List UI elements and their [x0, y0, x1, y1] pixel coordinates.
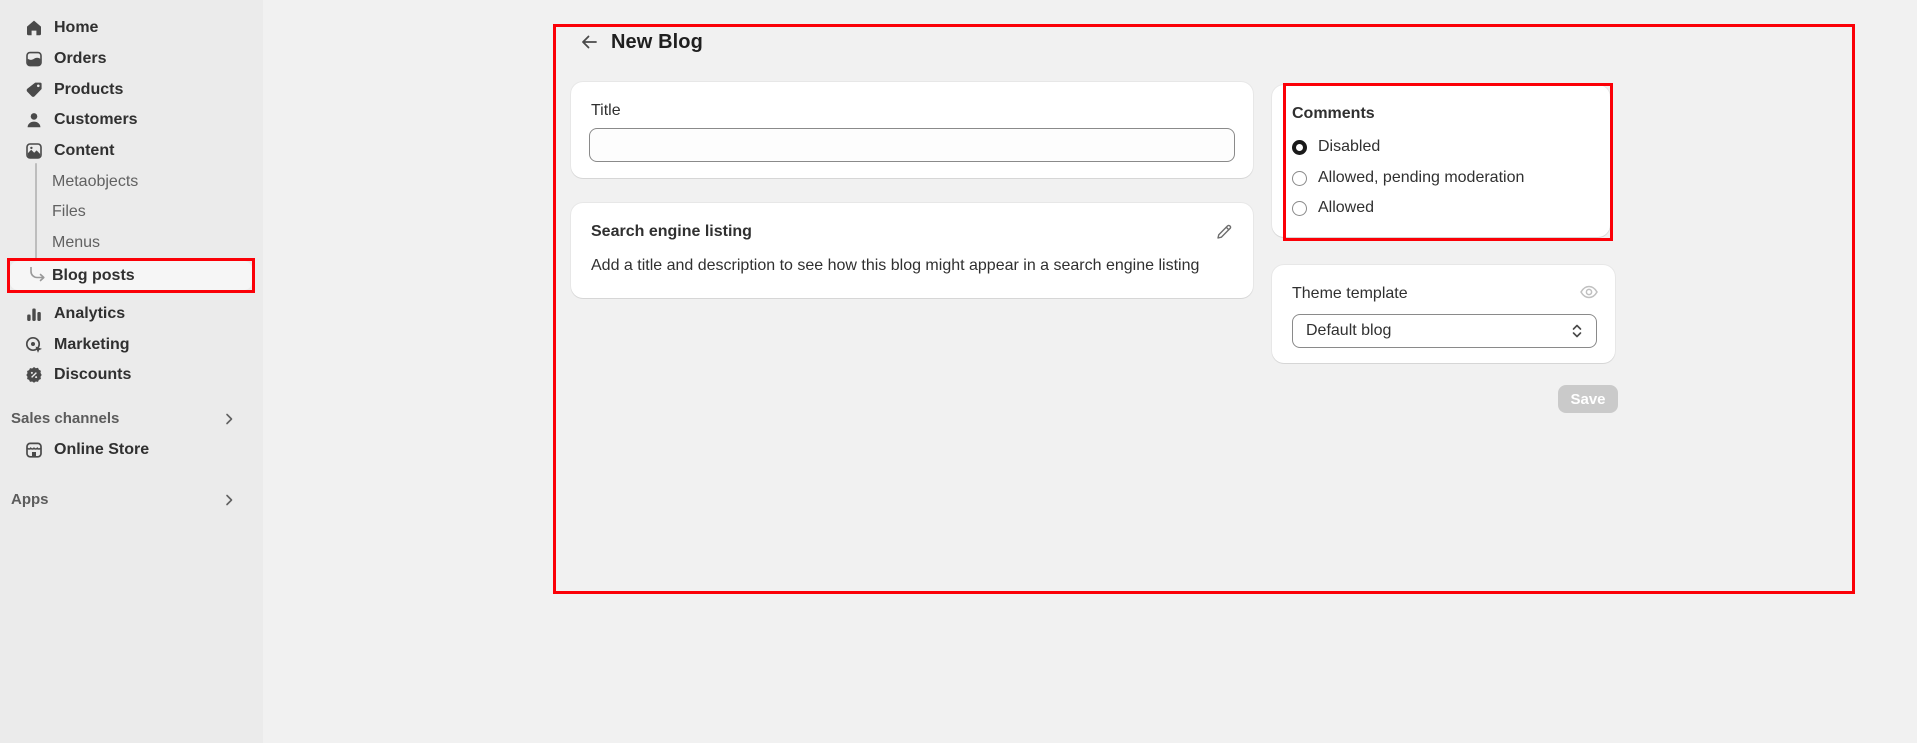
sidebar-item-customers[interactable]: Customers	[8, 104, 255, 135]
theme-template-card: Theme template Default blog	[1272, 265, 1615, 363]
search-engine-listing-card: Search engine listing Add a title and de…	[571, 203, 1253, 298]
sidebar-item-label: Content	[54, 142, 114, 160]
section-label: Apps	[11, 491, 221, 508]
radio-comments-allowed-pending[interactable]: Allowed, pending moderation	[1292, 166, 1524, 190]
orders-icon	[24, 49, 44, 69]
sidebar-item-label: Home	[54, 19, 98, 37]
save-button[interactable]: Save	[1558, 385, 1618, 413]
sidebar-item-label: Customers	[54, 111, 138, 129]
content-icon	[24, 141, 44, 161]
pencil-icon	[1214, 222, 1234, 242]
sidebar-item-marketing[interactable]: Marketing	[8, 329, 255, 360]
comments-card: Comments Disabled Allowed, pending moder…	[1272, 85, 1610, 237]
radio-button[interactable]	[1292, 140, 1307, 155]
select-value: Default blog	[1306, 322, 1568, 340]
sidebar-item-files[interactable]: Files	[8, 196, 255, 227]
sidebar-item-label: Marketing	[54, 336, 130, 354]
theme-card-title: Theme template	[1292, 285, 1408, 303]
edit-seo-button[interactable]	[1211, 219, 1237, 245]
sidebar-item-label: Orders	[54, 50, 106, 68]
chevron-right-icon	[221, 411, 237, 427]
seo-card-title: Search engine listing	[591, 223, 752, 241]
seo-description: Add a title and description to see how t…	[591, 257, 1199, 275]
sidebar-item-label: Analytics	[54, 305, 125, 323]
sidebar-item-label: Products	[54, 81, 123, 99]
back-arrow-icon	[579, 32, 599, 52]
radio-button[interactable]	[1292, 201, 1307, 216]
sidebar-item-analytics[interactable]: Analytics	[8, 298, 255, 329]
radio-button[interactable]	[1292, 171, 1307, 186]
theme-template-select[interactable]: Default blog	[1292, 314, 1597, 348]
preview-theme-button[interactable]	[1577, 280, 1601, 304]
comments-card-title: Comments	[1292, 105, 1375, 123]
analytics-icon	[24, 304, 44, 324]
radio-label: Allowed, pending moderation	[1318, 169, 1524, 187]
sidebar-subitem-label: Files	[52, 203, 86, 221]
radio-comments-allowed[interactable]: Allowed	[1292, 196, 1374, 220]
sidebar-item-blog-posts[interactable]: Blog posts	[10, 261, 252, 290]
page-title: New Blog	[611, 31, 703, 54]
sidebar-item-discounts[interactable]: Discounts	[8, 359, 255, 390]
radio-comments-disabled[interactable]: Disabled	[1292, 135, 1380, 159]
sidebar-item-online-store[interactable]: Online Store	[8, 434, 255, 465]
updown-chevron-icon	[1568, 322, 1586, 340]
sidebar-item-metaobjects[interactable]: Metaobjects	[8, 166, 255, 197]
title-card: Title	[571, 82, 1253, 178]
sidebar-subitem-label: Metaobjects	[52, 173, 138, 191]
back-button[interactable]	[575, 28, 603, 56]
eye-icon	[1578, 281, 1600, 303]
page-header: New Blog	[575, 26, 703, 58]
sidebar-item-products[interactable]: Products	[8, 74, 255, 105]
marketing-icon	[24, 335, 44, 355]
sidebar-item-label: Online Store	[54, 441, 149, 459]
section-label: Sales channels	[11, 410, 221, 427]
sidebar-subitem-label: Blog posts	[52, 267, 135, 285]
sidebar-item-content[interactable]: Content	[8, 135, 255, 166]
sidebar-item-home[interactable]: Home	[8, 12, 255, 43]
chevron-right-icon	[221, 492, 237, 508]
storefront-icon	[24, 440, 44, 460]
products-icon	[24, 80, 44, 100]
sidebar-item-menus[interactable]: Menus	[8, 227, 255, 258]
customers-icon	[24, 110, 44, 130]
radio-label: Allowed	[1318, 199, 1374, 217]
title-input[interactable]	[589, 128, 1235, 162]
discounts-icon	[24, 365, 44, 385]
sidebar-item-label: Discounts	[54, 366, 131, 384]
title-field-label: Title	[591, 102, 621, 120]
corner-arrow-icon	[27, 267, 47, 285]
home-icon	[24, 18, 44, 38]
sidebar-item-orders[interactable]: Orders	[8, 43, 255, 74]
sidebar-section-sales-channels[interactable]: Sales channels	[0, 403, 255, 434]
sidebar-section-apps[interactable]: Apps	[0, 484, 255, 515]
sidebar-subitem-label: Menus	[52, 234, 100, 252]
radio-label: Disabled	[1318, 138, 1380, 156]
sidebar: Home Orders Products Customers Content M…	[0, 0, 263, 743]
